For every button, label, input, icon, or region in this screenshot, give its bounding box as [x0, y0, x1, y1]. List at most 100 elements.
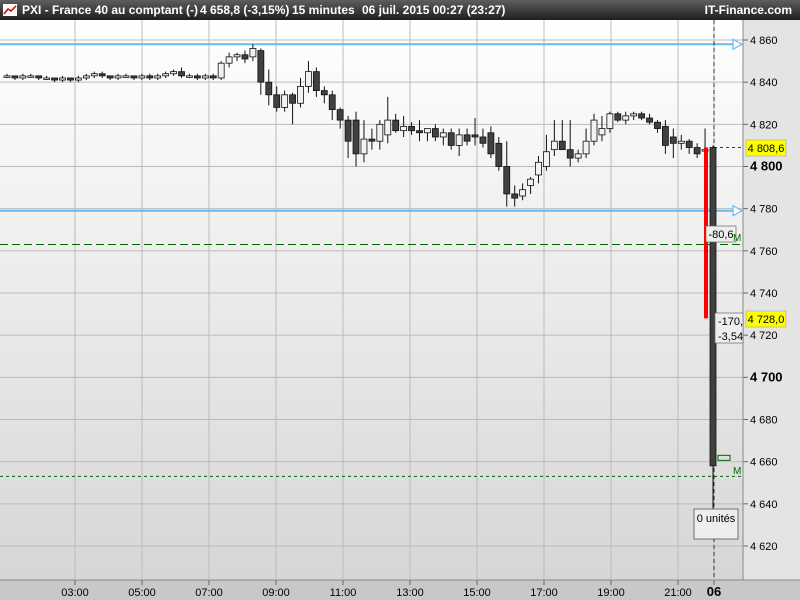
candle-body-up [424, 128, 431, 134]
x-tick-label: 03:00 [61, 587, 89, 599]
candle-body-up [455, 134, 463, 146]
candle-body-down [265, 81, 273, 96]
candle-body-up [249, 48, 257, 58]
y-tick-label: 4 720 [750, 330, 778, 342]
candle-body-down [662, 126, 669, 146]
y-tick-label: 4 640 [750, 499, 778, 511]
candle-body-down [416, 130, 423, 134]
candle-body-up [74, 77, 82, 81]
candle-body-down [328, 94, 336, 110]
candle-body-up [622, 115, 630, 121]
y-tick-label: 4 660 [750, 457, 778, 469]
candle-body-up [281, 94, 289, 108]
y-tick-label: 4 780 [750, 204, 778, 216]
candle-body-up [201, 75, 209, 79]
y-tick-label: 4 620 [750, 541, 778, 553]
candle-body-up [90, 73, 98, 77]
date-label: 06 juil. 2015 00:27 (23:27) [362, 3, 506, 17]
candle-body-down [130, 75, 138, 79]
candle-body-up [170, 71, 177, 75]
candle-body-up [305, 71, 312, 87]
candle-body-up [114, 75, 122, 79]
candle-body-down [471, 134, 479, 138]
candle-body-up [297, 85, 304, 104]
candle-body-down [146, 75, 154, 79]
candle-body-up [527, 178, 534, 186]
candle-body-up [82, 75, 90, 79]
candle-body-up [27, 75, 35, 78]
candle-body-down [392, 119, 400, 132]
candle-body-down [344, 119, 352, 142]
candle-body-down [312, 71, 320, 92]
candle-body-up [186, 75, 193, 78]
candle-body-up [550, 140, 558, 151]
interval-label: 15 minutes [292, 3, 355, 17]
candle-body-down [11, 75, 19, 79]
candle-body-up [630, 113, 638, 117]
candle-body-down [463, 134, 471, 142]
price-label-2: 4 728,0 [748, 314, 785, 326]
y-tick-label: 4 800 [750, 159, 783, 174]
candle-body-down [566, 149, 574, 159]
candlestick-chart[interactable]: 4 620 4 640 4 660 4 680 4 700 4 720 4 740 4 760… [0, 0, 800, 600]
candle-body-down [273, 94, 281, 108]
candle-body-up [574, 153, 582, 159]
candle-body-down [368, 138, 376, 142]
annotation-delta: -80,6 [708, 229, 733, 241]
candle-body-up [535, 161, 542, 176]
candle-body-down [685, 140, 693, 148]
last-value: 4 658,8 (-3,15%) [200, 3, 290, 17]
candle-body-down [503, 166, 511, 195]
candle-body-down [447, 132, 455, 146]
candle-body-up [217, 62, 225, 79]
y-tick-label: 4 860 [750, 35, 778, 47]
x-tick-label: 06 [707, 584, 721, 599]
candle-body-up [43, 77, 51, 80]
candle-body-down [408, 126, 415, 132]
y-axis-panel [743, 20, 800, 580]
candle-body-down [67, 77, 74, 81]
candle-body-down [479, 136, 487, 144]
candle-body-down [511, 193, 519, 199]
candle-body-up [677, 140, 685, 144]
candle-body-up [154, 75, 162, 79]
units-label: 0 unités [697, 513, 736, 525]
x-tick-label: 09:00 [262, 587, 290, 599]
candle-body-up [606, 113, 614, 129]
candle-body-down [178, 71, 185, 77]
candle-body-down [320, 90, 328, 96]
brand-label: IT-Finance.com [704, 3, 792, 17]
annotation-m-2: M [733, 466, 741, 477]
y-tick-label: 4 700 [750, 369, 783, 384]
x-tick-label: 15:00 [463, 587, 491, 599]
candle-body-up [3, 75, 11, 78]
candle-body-down [614, 113, 622, 121]
candle-body-down [638, 113, 646, 119]
candle-body-up [384, 119, 392, 136]
x-tick-label: 13:00 [396, 587, 424, 599]
x-tick-label: 07:00 [195, 587, 223, 599]
y-tick-label: 4 740 [750, 288, 778, 300]
plot-area [0, 20, 743, 580]
candle-body-up [162, 73, 170, 77]
x-tick-label: 05:00 [128, 587, 156, 599]
candle-body-up [519, 189, 527, 197]
instrument-title: PXI - France 40 au comptant (-) [22, 3, 199, 17]
candle-body-down [35, 75, 43, 79]
candle-body-down [209, 75, 217, 79]
candle-body-down [289, 94, 296, 104]
candle-body-up [138, 75, 146, 79]
x-tick-label: 21:00 [664, 587, 692, 599]
candle-body-down [646, 117, 653, 123]
annotation-m-1: M [733, 233, 741, 244]
candle-body-down [352, 119, 360, 155]
candle-body-up [19, 75, 27, 79]
candle-body-down [193, 75, 201, 79]
candle-body-up [233, 54, 241, 58]
y-tick-label: 4 680 [750, 415, 778, 427]
candle-body-down [693, 147, 701, 155]
candle-body-up [360, 138, 368, 155]
price-label-1: 4 808,6 [748, 143, 785, 155]
candle-body-up [582, 140, 590, 155]
candle [217, 61, 225, 81]
